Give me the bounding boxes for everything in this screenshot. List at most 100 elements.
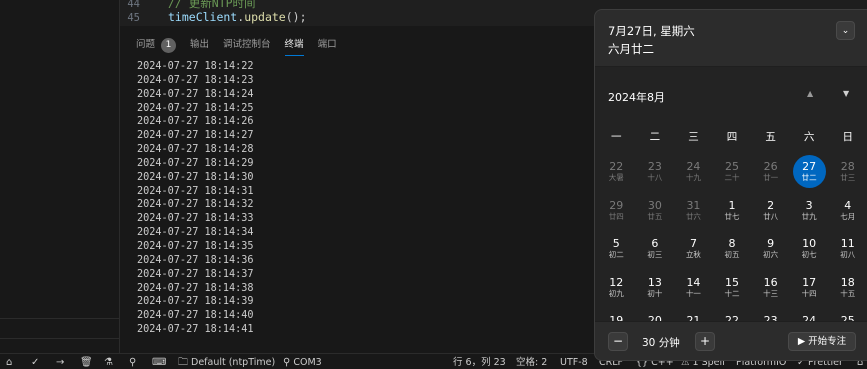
serial-port-label: COM3 (293, 356, 322, 368)
upload-arrow-icon[interactable]: → (56, 354, 64, 369)
tab-problems[interactable]: 问题 1 (136, 34, 177, 56)
tab-output[interactable]: 输出 (190, 34, 209, 56)
tab-terminal[interactable]: 终端 (284, 34, 304, 56)
code-editor[interactable]: 44// 更新NTP时间 45 timeClient.update(); (120, 0, 600, 26)
day-number: 1 (728, 198, 736, 212)
serial-plug-icon[interactable]: ⚲ (129, 354, 136, 369)
calendar-day[interactable]: 31 廿六 (674, 192, 713, 231)
test-flask-icon[interactable]: ⚗ (104, 354, 113, 369)
day-number: 12 (609, 275, 624, 289)
calendar-day-today[interactable]: 27 廿二 (790, 153, 829, 192)
calendar-day[interactable]: 2 廿八 (751, 192, 790, 231)
calendar-day[interactable]: 25 二十 (713, 153, 752, 192)
terminal-icon[interactable]: ⌨ (152, 354, 166, 369)
day-number: 11 (840, 237, 855, 251)
day-number: 24 (686, 160, 701, 174)
day-number: 16 (763, 275, 778, 289)
weekday-label: 一 (611, 131, 622, 143)
calendar-day[interactable]: 6 初三 (636, 230, 675, 269)
calendar-day[interactable]: 18 十五 (828, 269, 867, 308)
weekday-label: 五 (765, 131, 776, 143)
increase-focus-time-button[interactable]: + (695, 332, 715, 351)
day-number: 3 (805, 198, 813, 212)
lunar-day: 廿一 (763, 173, 779, 183)
build-check-icon[interactable]: ✓ (31, 354, 39, 369)
code-line: 45 timeClient.update(); (120, 10, 307, 24)
code-rest: (); (285, 10, 307, 24)
calendar-day[interactable]: 23 十八 (636, 153, 675, 192)
code-comment: // 更新NTP时间 (168, 0, 256, 10)
next-month-button[interactable]: ▼ (843, 89, 849, 98)
day-number: 29 (609, 198, 624, 212)
lunar-day: 廿二 (801, 173, 817, 183)
calendar-day[interactable]: 28 廿三 (828, 153, 867, 192)
terminal-line: 2024-07-27 18:14:37 (137, 268, 254, 280)
calendar-day[interactable]: 9 初六 (751, 230, 790, 269)
calendar-day[interactable]: 3 廿九 (790, 192, 829, 231)
indentation-setting[interactable]: 空格: 2 (516, 354, 547, 369)
day-number: 8 (728, 237, 736, 251)
serial-port-switcher[interactable]: ⚲ COM3 (283, 354, 322, 369)
clean-trash-icon[interactable]: 🗑 (80, 354, 93, 369)
start-focus-button[interactable]: ▶ 开始专注 (788, 332, 856, 351)
lunar-day: 七月 (840, 211, 856, 221)
day-number: 17 (802, 275, 817, 289)
terminal-line: 2024-07-27 18:14:40 (137, 310, 254, 322)
calendar-day[interactable]: 4 七月 (828, 192, 867, 231)
weekday-label: 四 (726, 131, 738, 143)
terminal-line: 2024-07-27 18:14:28 (137, 144, 254, 156)
weekday-label: 日 (842, 131, 854, 143)
lunar-day: 初八 (840, 250, 856, 260)
calendar-flyout: 7月27日, 星期六 六月廿二 ⌄ 2024年8月 ▲ ▼ 一二三四五六日 22… (594, 9, 867, 361)
day-number: 27 (802, 160, 817, 174)
calendar-day[interactable]: 11 初八 (828, 230, 867, 269)
lunar-day: 二十 (724, 173, 740, 183)
cursor-position[interactable]: 行 6，列 23 (453, 354, 506, 369)
problems-count-badge: 1 (161, 37, 177, 53)
decrease-focus-time-button[interactable]: − (608, 332, 628, 351)
project-env-label: Default (ntpTime) (191, 356, 276, 368)
lunar-day: 十三 (763, 288, 779, 298)
calendar-day[interactable]: 14 十一 (674, 269, 713, 308)
calendar-day[interactable]: 17 十四 (790, 269, 829, 308)
weekday-label: 六 (803, 131, 815, 143)
terminal-line: 2024-07-27 18:14:27 (137, 130, 254, 142)
month-label[interactable]: 2024年8月 (608, 89, 665, 105)
day-number: 26 (763, 160, 778, 174)
terminal-line: 2024-07-27 18:14:38 (137, 282, 254, 294)
calendar-day[interactable]: 1 廿七 (713, 192, 752, 231)
home-icon[interactable]: ⌂ (6, 354, 12, 369)
tab-ports[interactable]: 端口 (318, 34, 337, 56)
calendar-header: 7月27日, 星期六 六月廿二 ⌄ (595, 10, 867, 66)
previous-month-button[interactable]: ▲ (807, 89, 813, 98)
calendar-day[interactable]: 22 大暑 (597, 153, 636, 192)
terminal-output[interactable]: 2024-07-27 18:14:22 2024-07-27 18:14:23 20… (137, 60, 254, 337)
calendar-day[interactable]: 5 初二 (597, 230, 636, 269)
lunar-day: 初二 (608, 250, 624, 260)
tab-debug-console[interactable]: 调试控制台 (223, 34, 271, 56)
project-env-switcher[interactable]: 🗀 Default (ntpTime) (178, 354, 275, 369)
lunar-day: 立秋 (685, 250, 701, 260)
day-number: 31 (686, 198, 701, 212)
calendar-day[interactable]: 7 立秋 (674, 230, 713, 269)
calendar-day[interactable]: 29 廿四 (597, 192, 636, 231)
calendar-day[interactable]: 8 初五 (713, 230, 752, 269)
calendar-day[interactable]: 13 初十 (636, 269, 675, 308)
terminal-line: 2024-07-27 18:14:29 (137, 157, 254, 169)
day-number: 9 (767, 237, 775, 251)
collapse-calendar-button[interactable]: ⌄ (836, 21, 855, 40)
calendar-day[interactable]: 24 十九 (674, 153, 713, 192)
focus-duration: 30 分钟 (642, 337, 680, 349)
calendar-day[interactable]: 16 十三 (751, 269, 790, 308)
lunar-day: 廿七 (724, 211, 740, 221)
encoding-setting[interactable]: UTF-8 (560, 354, 588, 369)
terminal-line: 2024-07-27 18:14:22 (137, 61, 254, 72)
calendar-day[interactable]: 12 初九 (597, 269, 636, 308)
day-number: 22 (609, 160, 624, 174)
calendar-day[interactable]: 26 廿一 (751, 153, 790, 192)
calendar-day[interactable]: 10 初七 (790, 230, 829, 269)
triangle-up-icon: ▲ (807, 89, 814, 98)
calendar-day[interactable]: 15 十二 (713, 269, 752, 308)
terminal-line: 2024-07-27 18:14:33 (137, 213, 254, 225)
calendar-day[interactable]: 30 廿五 (636, 192, 675, 231)
